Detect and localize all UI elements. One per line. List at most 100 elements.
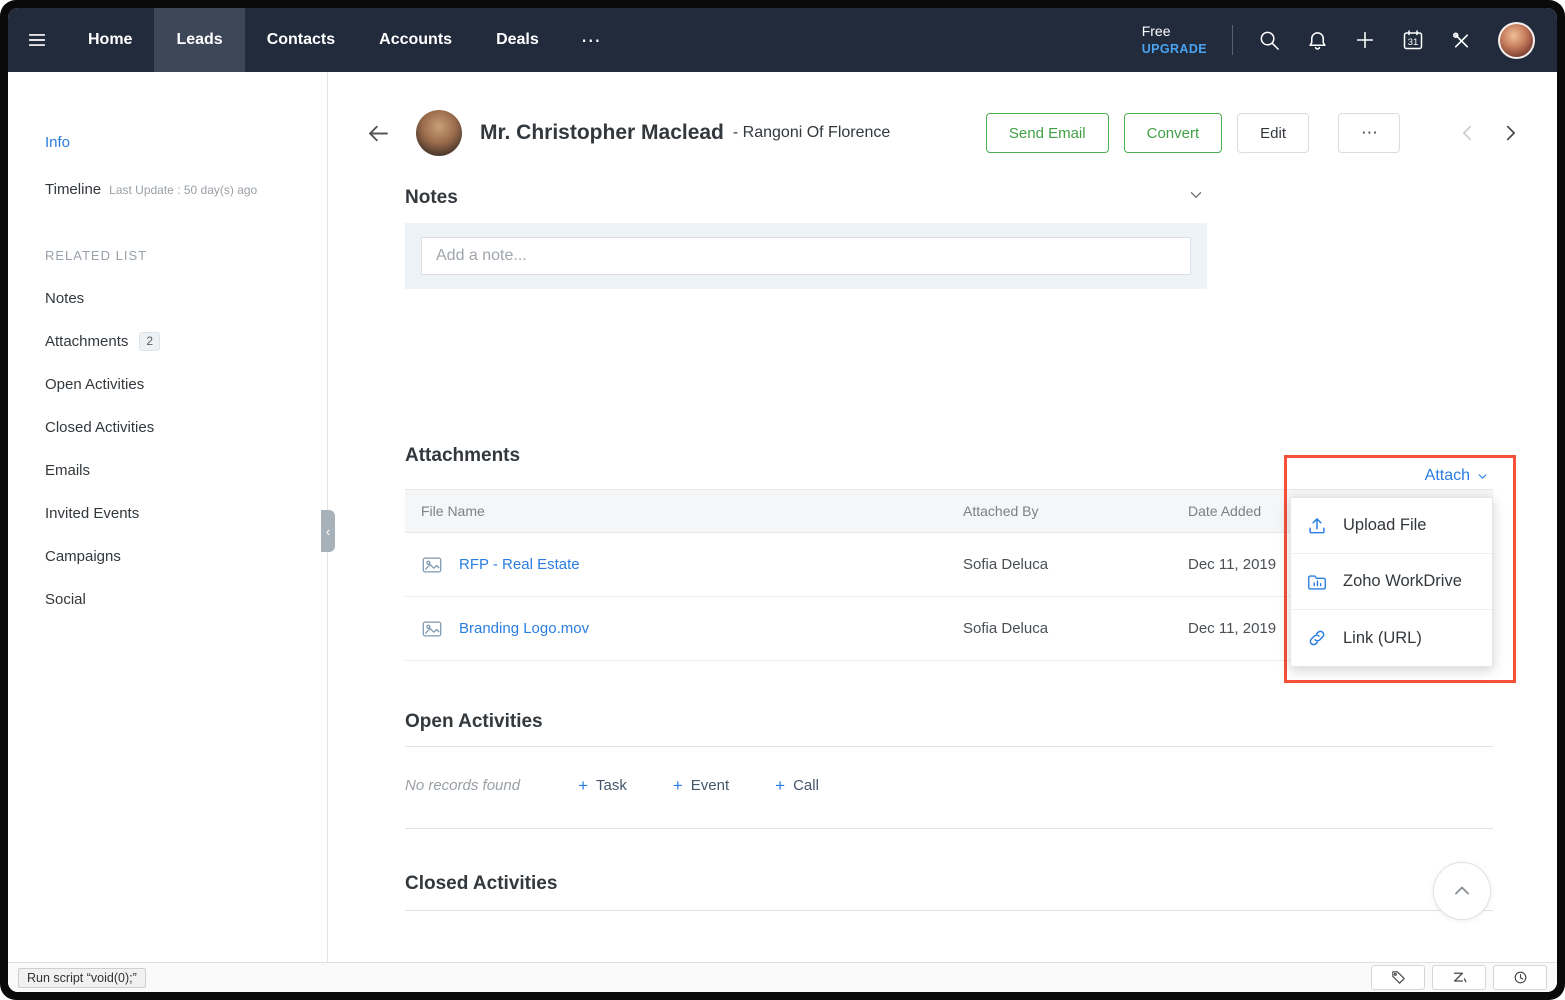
sidebar-item-timeline[interactable]: Timeline Last Update : 50 day(s) ago — [45, 181, 327, 198]
sidebar-item-campaigns[interactable]: Campaigns — [45, 535, 327, 578]
upgrade-link[interactable]: UPGRADE — [1142, 41, 1207, 58]
sidebar-item-emails[interactable]: Emails — [45, 449, 327, 492]
script-status-hint: Run script “void(0);” — [18, 968, 146, 988]
attachment-file-icon — [421, 618, 443, 640]
next-record-button[interactable] — [1499, 122, 1521, 144]
nav-item-deals[interactable]: Deals — [474, 8, 561, 72]
notes-section: Notes — [405, 184, 1493, 289]
divider — [405, 828, 1493, 829]
sidebar-item-open-activities[interactable]: Open Activities — [45, 363, 327, 406]
chevron-down-icon — [1187, 186, 1205, 204]
quick-actions: + Task + Event + Call — [578, 777, 819, 794]
previous-record-button[interactable] — [1457, 122, 1479, 144]
record-name: Mr. Christopher Maclead — [480, 121, 724, 145]
menu-item-label: Zoho WorkDrive — [1343, 572, 1462, 591]
plus-icon: + — [775, 777, 785, 794]
plus-icon: + — [673, 777, 683, 794]
closed-activities-section-title: Closed Activities — [405, 873, 1493, 895]
setup-tools-button[interactable] — [1450, 29, 1473, 52]
sidebar-item-notes[interactable]: Notes — [45, 277, 327, 320]
open-activities-section-title: Open Activities — [405, 711, 1493, 733]
sidebar-item-closed-activities[interactable]: Closed Activities — [45, 406, 327, 449]
menu-item-label: Link (URL) — [1343, 629, 1422, 648]
bell-icon — [1306, 29, 1329, 52]
divider — [405, 910, 1493, 911]
hamburger-icon — [26, 29, 48, 51]
attach-label: Attach — [1425, 467, 1470, 485]
add-call-label: Call — [793, 777, 819, 794]
quick-create-button[interactable] — [1354, 29, 1376, 51]
open-activities-section: Open Activities No records found + Task — [405, 711, 1493, 829]
top-navigation-bar: Home Leads Contacts Accounts Deals ⋯ Fre… — [8, 8, 1557, 72]
user-avatar[interactable] — [1498, 22, 1535, 59]
tag-icon — [1390, 969, 1407, 986]
plan-label: Free — [1142, 22, 1207, 41]
nav-item-home[interactable]: Home — [66, 8, 154, 72]
menu-item-label: Upload File — [1343, 516, 1426, 535]
related-list: Notes Attachments 2 Open Activities Clos… — [45, 277, 327, 621]
plus-icon: + — [578, 777, 588, 794]
upload-file-icon — [1306, 515, 1328, 537]
app-window: Home Leads Contacts Accounts Deals ⋯ Fre… — [0, 0, 1565, 1000]
attachment-attached-by: Sofia Deluca — [963, 620, 1188, 637]
nav-item-leads[interactable]: Leads — [154, 8, 244, 72]
menu-item-upload-file[interactable]: Upload File — [1291, 498, 1492, 554]
add-call-button[interactable]: + Call — [775, 777, 819, 794]
sidebar-item-attachments[interactable]: Attachments 2 — [45, 320, 327, 363]
sidebar-item-label: Attachments — [45, 333, 128, 350]
sidebar-item-label: Social — [45, 591, 86, 608]
send-email-button[interactable]: Send Email — [986, 113, 1109, 153]
edit-button[interactable]: Edit — [1237, 113, 1309, 153]
sidebar-item-label: Campaigns — [45, 548, 121, 565]
sidebar-item-label: Emails — [45, 462, 90, 479]
notifications-button[interactable] — [1306, 29, 1329, 52]
zia-icon — [1451, 969, 1468, 986]
convert-button[interactable]: Convert — [1124, 113, 1223, 153]
tag-tool-button[interactable] — [1371, 965, 1425, 990]
add-task-button[interactable]: + Task — [578, 777, 627, 794]
primary-nav: Home Leads Contacts Accounts Deals ⋯ — [66, 8, 622, 72]
scroll-to-top-button[interactable] — [1433, 862, 1491, 920]
notes-section-title: Notes — [405, 187, 458, 209]
menu-item-zoho-workdrive[interactable]: Zoho WorkDrive — [1291, 554, 1492, 610]
record-more-button[interactable]: ⋯ — [1338, 113, 1400, 153]
status-actions — [1371, 965, 1547, 990]
sidebar-item-social[interactable]: Social — [45, 578, 327, 621]
search-button[interactable] — [1258, 29, 1281, 52]
record-pager — [1457, 122, 1521, 144]
record-actions: Send Email Convert Edit ⋯ — [986, 113, 1521, 153]
add-task-label: Task — [596, 777, 627, 794]
sidebar-item-invited-events[interactable]: Invited Events — [45, 492, 327, 535]
calendar-icon: 31 — [1401, 28, 1425, 52]
ellipsis-icon: ⋯ — [1361, 123, 1379, 142]
chevron-left-icon — [1457, 122, 1479, 144]
app-surface: Home Leads Contacts Accounts Deals ⋯ Fre… — [8, 8, 1557, 992]
attachment-file-link[interactable]: RFP - Real Estate — [459, 556, 580, 573]
divider — [405, 746, 1493, 747]
sidebar-collapse-handle[interactable]: ‹ — [321, 510, 335, 552]
arrow-left-icon — [365, 120, 392, 147]
calendar-day-number: 31 — [1401, 37, 1425, 48]
record-sidebar: Info Timeline Last Update : 50 day(s) ag… — [8, 72, 328, 962]
record-company: - Rangoni Of Florence — [733, 124, 890, 142]
plus-icon — [1354, 29, 1376, 51]
nav-right-cluster: Free UPGRADE 31 — [1142, 8, 1557, 72]
nav-item-contacts[interactable]: Contacts — [245, 8, 357, 72]
attachment-file-link[interactable]: Branding Logo.mov — [459, 620, 589, 637]
attach-button[interactable]: Attach — [1425, 467, 1489, 485]
hamburger-menu-button[interactable] — [8, 8, 66, 72]
history-button[interactable] — [1493, 965, 1547, 990]
nav-more-button[interactable]: ⋯ — [561, 8, 622, 72]
back-button[interactable] — [365, 120, 392, 147]
sidebar-item-info[interactable]: Info — [45, 134, 327, 151]
nav-item-accounts[interactable]: Accounts — [357, 8, 474, 72]
menu-item-link-url[interactable]: Link (URL) — [1291, 610, 1492, 666]
zia-assistant-button[interactable] — [1432, 965, 1486, 990]
contact-avatar[interactable] — [416, 110, 462, 156]
add-event-button[interactable]: + Event — [673, 777, 729, 794]
calendar-button[interactable]: 31 — [1401, 28, 1425, 52]
record-header: Mr. Christopher Maclead - Rangoni Of Flo… — [328, 72, 1557, 168]
notes-collapse-button[interactable] — [1185, 184, 1207, 209]
add-note-input[interactable] — [421, 237, 1191, 275]
sidebar-item-label: Notes — [45, 290, 84, 307]
